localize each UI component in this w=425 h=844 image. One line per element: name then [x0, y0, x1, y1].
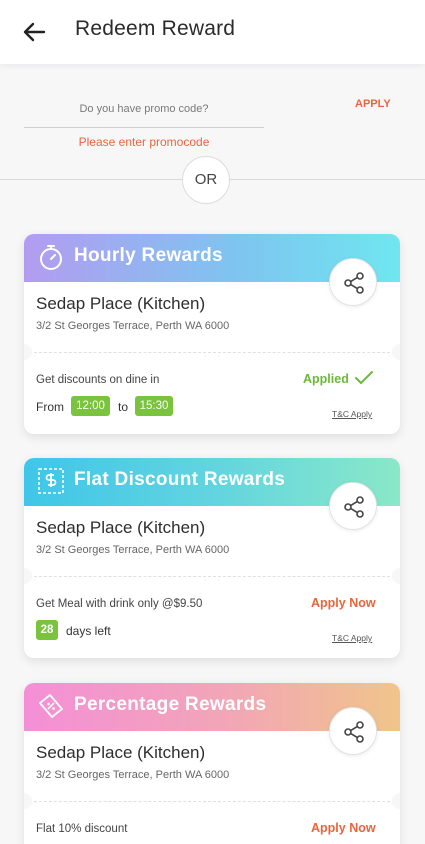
apply-now-button[interactable]: Apply Now	[311, 821, 376, 835]
app-header: Redeem Reward	[0, 0, 425, 64]
share-button[interactable]	[329, 707, 377, 755]
page-title: Redeem Reward	[75, 17, 236, 40]
ticket-notch	[24, 344, 32, 360]
reward-card-percentage[interactable]: Percentage Rewards Sedap Place (Kitchen)…	[24, 683, 400, 844]
card-divider	[24, 576, 400, 577]
offer-description: Flat 10% discount	[36, 823, 128, 835]
share-icon	[344, 272, 364, 294]
terms-link[interactable]: T&C Apply	[332, 633, 372, 643]
check-icon	[355, 371, 373, 384]
share-icon	[344, 721, 364, 743]
ticket-notch	[24, 568, 32, 584]
promo-error-text: Please enter promocode	[78, 135, 210, 149]
place-name: Sedap Place (Kitchen)	[36, 518, 206, 537]
reward-type-title: Flat Discount Rewards	[74, 469, 286, 490]
ticket-notch	[392, 793, 400, 809]
days-left-label: days left	[66, 624, 111, 638]
offer-description: Get discounts on dine in	[36, 374, 160, 386]
reward-card-hourly[interactable]: Hourly Rewards Sedap Place (Kitchen) 3/2…	[24, 234, 400, 434]
reward-type-title: Hourly Rewards	[74, 245, 223, 266]
from-time-chip: 12:00	[71, 396, 110, 416]
or-separator: OR	[182, 156, 230, 204]
percent-ticket-icon	[39, 694, 63, 718]
ticket-notch	[392, 344, 400, 360]
promo-code-input[interactable]	[24, 90, 264, 128]
reward-type-title: Percentage Rewards	[74, 694, 267, 715]
applied-status: Applied	[303, 372, 349, 386]
arrow-left-icon[interactable]	[20, 18, 48, 46]
terms-link[interactable]: T&C Apply	[332, 409, 372, 419]
share-icon	[344, 496, 364, 518]
place-name: Sedap Place (Kitchen)	[36, 743, 206, 762]
card-divider	[24, 801, 400, 802]
place-address: 3/2 St Georges Terrace, Perth WA 6000	[36, 769, 230, 781]
to-time-chip: 15:30	[135, 396, 173, 416]
offer-description: Get Meal with drink only @$9.50	[36, 598, 203, 610]
apply-promo-button[interactable]: APPLY	[355, 98, 391, 110]
stopwatch-icon	[40, 245, 62, 270]
reward-card-flat[interactable]: Flat Discount Rewards Sedap Place (Kitch…	[24, 458, 400, 658]
ticket-notch	[392, 568, 400, 584]
ticket-notch	[24, 793, 32, 809]
place-address: 3/2 St Georges Terrace, Perth WA 6000	[36, 544, 230, 556]
dollar-tag-icon	[38, 468, 64, 494]
share-button[interactable]	[329, 482, 377, 530]
apply-now-button[interactable]: Apply Now	[311, 596, 376, 610]
from-label: From	[36, 400, 64, 414]
place-name: Sedap Place (Kitchen)	[36, 294, 206, 313]
days-left-count: 28	[36, 620, 58, 640]
to-label: to	[118, 400, 129, 414]
place-address: 3/2 St Georges Terrace, Perth WA 6000	[36, 320, 230, 332]
share-button[interactable]	[329, 258, 377, 306]
card-divider	[24, 352, 400, 353]
